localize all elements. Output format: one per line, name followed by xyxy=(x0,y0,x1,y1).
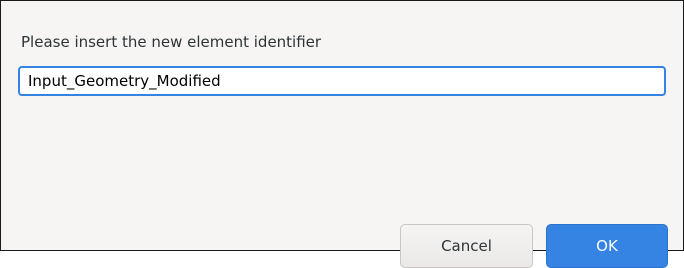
cancel-button[interactable]: Cancel xyxy=(400,224,533,268)
identifier-dialog: Please insert the new element identifier… xyxy=(0,0,684,268)
ok-button[interactable]: OK xyxy=(546,224,668,268)
identifier-input[interactable] xyxy=(18,66,666,96)
prompt-label: Please insert the new element identifier xyxy=(21,33,322,51)
